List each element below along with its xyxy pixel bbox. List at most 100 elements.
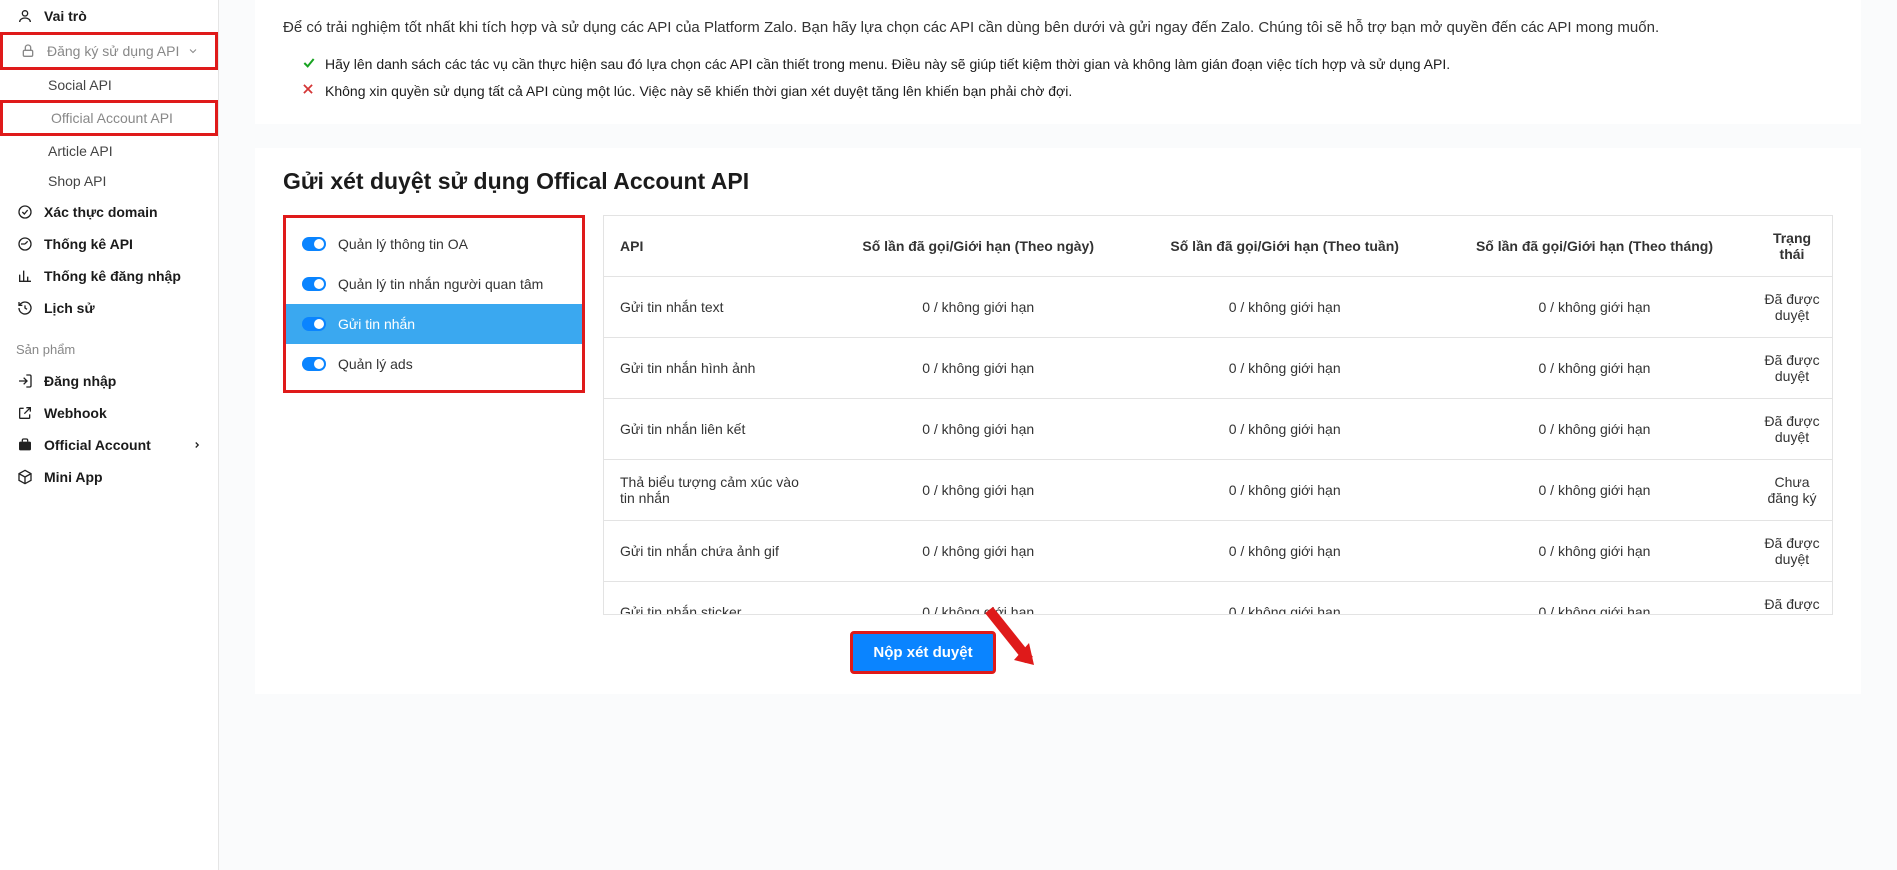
- cell-limit: 0 / không giới hạn: [1132, 460, 1437, 521]
- cell-limit: 0 / không giới hạn: [1437, 582, 1752, 616]
- cell-status: Đã được duyệt: [1752, 521, 1832, 582]
- cell-limit: 0 / không giới hạn: [1437, 338, 1752, 399]
- switch-icon[interactable]: [302, 277, 326, 291]
- sidebar-label: Webhook: [44, 405, 202, 421]
- check-icon: [301, 55, 317, 71]
- intro-bad: Không xin quyền sử dụng tất cả API cùng …: [283, 78, 1833, 105]
- chevron-down-icon: [187, 45, 199, 57]
- th-status: Trạng thái: [1752, 216, 1832, 277]
- intro-bad-text: Không xin quyền sử dụng tất cả API cùng …: [325, 78, 1072, 105]
- cell-status: Đã được duyệt: [1752, 582, 1832, 616]
- table-row: Gửi tin nhắn text0 / không giới hạn0 / k…: [604, 277, 1832, 338]
- sidebar-item-stats-api[interactable]: Thống kê API: [0, 228, 218, 260]
- sidebar-label: Thống kê đăng nhập: [44, 268, 202, 284]
- switch-icon[interactable]: [302, 357, 326, 371]
- sidebar-item-official-account-api[interactable]: Official Account API: [0, 100, 218, 136]
- switch-icon[interactable]: [302, 317, 326, 331]
- sidebar-item-stats-login[interactable]: Thống kê đăng nhập: [0, 260, 218, 292]
- sidebar-label: Social API: [48, 77, 202, 93]
- user-icon: [16, 7, 34, 25]
- toggle-send-msg[interactable]: Gửi tin nhắn: [286, 304, 582, 344]
- review-card: Gửi xét duyệt sử dụng Offical Account AP…: [255, 148, 1861, 694]
- dashboard-icon: [16, 235, 34, 253]
- external-link-icon: [16, 404, 34, 422]
- main-content: Để có trải nghiệm tốt nhất khi tích hợp …: [219, 0, 1897, 870]
- sidebar-item-verify-domain[interactable]: Xác thực domain: [0, 196, 218, 228]
- sidebar-label: Vai trò: [44, 8, 202, 24]
- cross-icon: [301, 82, 317, 98]
- table-row: Gửi tin nhắn hình ảnh0 / không giới hạn0…: [604, 338, 1832, 399]
- intro-good: Hãy lên danh sách các tác vụ cần thực hi…: [283, 51, 1833, 78]
- cell-limit: 0 / không giới hạn: [824, 521, 1132, 582]
- cell-api: Thả biểu tượng cảm xúc vào tin nhắn: [604, 460, 824, 521]
- sidebar-item-article-api[interactable]: Article API: [0, 136, 218, 166]
- cell-limit: 0 / không giới hạn: [1132, 277, 1437, 338]
- toggle-label: Quản lý tin nhắn người quan tâm: [338, 276, 543, 292]
- submit-button[interactable]: Nộp xét duyệt: [850, 631, 995, 674]
- cell-status: Đã được duyệt: [1752, 399, 1832, 460]
- cell-status: Đã được duyệt: [1752, 277, 1832, 338]
- cell-api: Gửi tin nhắn chứa ảnh gif: [604, 521, 824, 582]
- api-table-wrap[interactable]: API Số lần đã gọi/Giới hạn (Theo ngày) S…: [603, 215, 1833, 615]
- sidebar-label: Mini App: [44, 469, 202, 485]
- table-row: Gửi tin nhắn liên kết0 / không giới hạn0…: [604, 399, 1832, 460]
- toggle-follower-msg[interactable]: Quản lý tin nhắn người quan tâm: [286, 264, 582, 304]
- sidebar-label: Shop API: [48, 173, 202, 189]
- bar-chart-icon: [16, 267, 34, 285]
- sidebar-item-webhook[interactable]: Webhook: [0, 397, 218, 429]
- cell-status: Chưa đăng ký: [1752, 460, 1832, 521]
- th-month: Số lần đã gọi/Giới hạn (Theo tháng): [1437, 216, 1752, 277]
- sidebar: Vai trò Đăng ký sử dụng API Social API O…: [0, 0, 219, 870]
- table-row: Thả biểu tượng cảm xúc vào tin nhắn0 / k…: [604, 460, 1832, 521]
- cell-limit: 0 / không giới hạn: [1132, 582, 1437, 616]
- toggle-panel: Quản lý thông tin OA Quản lý tin nhắn ng…: [283, 215, 585, 393]
- sidebar-item-history[interactable]: Lịch sử: [0, 292, 218, 324]
- cell-limit: 0 / không giới hạn: [824, 582, 1132, 616]
- sidebar-label: Đăng nhập: [44, 373, 202, 389]
- cell-limit: 0 / không giới hạn: [1437, 521, 1752, 582]
- toggle-label: Quản lý ads: [338, 356, 413, 372]
- sidebar-section-product: Sản phẩm: [0, 324, 218, 365]
- api-table: API Số lần đã gọi/Giới hạn (Theo ngày) S…: [604, 216, 1832, 615]
- cell-limit: 0 / không giới hạn: [824, 399, 1132, 460]
- sidebar-label: Đăng ký sử dụng API: [47, 43, 187, 59]
- cell-limit: 0 / không giới hạn: [824, 338, 1132, 399]
- cell-limit: 0 / không giới hạn: [824, 277, 1132, 338]
- cell-limit: 0 / không giới hạn: [1437, 460, 1752, 521]
- sidebar-label: Lịch sử: [44, 300, 202, 316]
- sidebar-label: Official Account: [44, 437, 192, 453]
- chevron-right-icon: [192, 440, 202, 450]
- toggle-oa-info[interactable]: Quản lý thông tin OA: [286, 224, 582, 264]
- sidebar-item-shop-api[interactable]: Shop API: [0, 166, 218, 196]
- toggle-ads[interactable]: Quản lý ads: [286, 344, 582, 384]
- intro-card: Để có trải nghiệm tốt nhất khi tích hợp …: [255, 0, 1861, 124]
- cell-api: Gửi tin nhắn liên kết: [604, 399, 824, 460]
- sidebar-label: Thống kê API: [44, 236, 202, 252]
- cell-limit: 0 / không giới hạn: [1437, 399, 1752, 460]
- history-icon: [16, 299, 34, 317]
- briefcase-icon: [16, 436, 34, 454]
- toggle-label: Gửi tin nhắn: [338, 316, 415, 332]
- switch-icon[interactable]: [302, 237, 326, 251]
- cell-limit: 0 / không giới hạn: [1437, 277, 1752, 338]
- sidebar-item-login[interactable]: Đăng nhập: [0, 365, 218, 397]
- sidebar-item-mini-app[interactable]: Mini App: [0, 461, 218, 493]
- submit-wrap: Nộp xét duyệt: [219, 631, 1833, 674]
- cell-limit: 0 / không giới hạn: [1132, 338, 1437, 399]
- sidebar-item-role[interactable]: Vai trò: [0, 0, 218, 32]
- cell-limit: 0 / không giới hạn: [1132, 399, 1437, 460]
- sidebar-item-register-api[interactable]: Đăng ký sử dụng API: [0, 32, 218, 70]
- cell-limit: 0 / không giới hạn: [824, 460, 1132, 521]
- lock-icon: [19, 42, 37, 60]
- cell-limit: 0 / không giới hạn: [1132, 521, 1437, 582]
- table-row: Gửi tin nhắn sticker0 / không giới hạn0 …: [604, 582, 1832, 616]
- toggle-label: Quản lý thông tin OA: [338, 236, 468, 252]
- cell-api: Gửi tin nhắn sticker: [604, 582, 824, 616]
- cell-api: Gửi tin nhắn hình ảnh: [604, 338, 824, 399]
- sidebar-item-social-api[interactable]: Social API: [0, 70, 218, 100]
- th-week: Số lần đã gọi/Giới hạn (Theo tuần): [1132, 216, 1437, 277]
- sidebar-label: Article API: [48, 143, 202, 159]
- cell-status: Đã được duyệt: [1752, 338, 1832, 399]
- sidebar-label: Xác thực domain: [44, 204, 202, 220]
- sidebar-item-official-account[interactable]: Official Account: [0, 429, 218, 461]
